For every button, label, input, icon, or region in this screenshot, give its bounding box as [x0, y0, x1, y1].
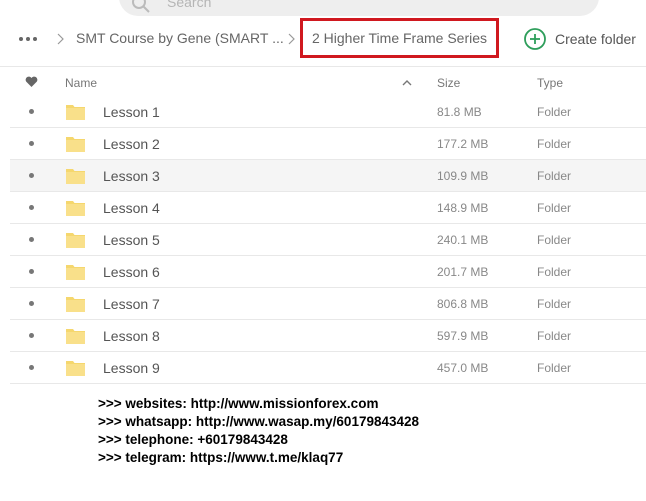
plus-circle-icon [524, 28, 546, 50]
folder-icon [66, 137, 85, 152]
column-header-name[interactable]: Name [65, 76, 97, 90]
column-header-size[interactable]: Size [437, 76, 460, 90]
table-row[interactable]: Lesson 1 81.8 MB Folder [10, 96, 646, 128]
breadcrumb-parent[interactable]: SMT Course by Gene (SMART ... [76, 30, 286, 46]
row-type: Folder [537, 169, 572, 183]
row-name[interactable]: Lesson 1 [103, 104, 160, 120]
folder-icon [66, 169, 85, 184]
row-name[interactable]: Lesson 3 [103, 168, 160, 184]
row-size: 177.2 MB [437, 137, 489, 151]
heart-icon[interactable] [25, 76, 38, 88]
status-dot [29, 237, 34, 242]
folder-icon [66, 361, 85, 376]
breadcrumb: SMT Course by Gene (SMART ... 2 Higher T… [0, 16, 646, 62]
row-type: Folder [537, 201, 572, 215]
status-dot [29, 109, 34, 114]
row-type: Folder [537, 361, 572, 375]
row-name[interactable]: Lesson 2 [103, 136, 160, 152]
promo-telephone: >>> telephone: +60179843428 [98, 432, 288, 447]
folder-icon [66, 329, 85, 344]
chevron-right-icon [57, 33, 64, 45]
table-row[interactable]: Lesson 8 597.9 MB Folder [10, 320, 646, 352]
row-size: 806.8 MB [437, 297, 489, 311]
row-size: 201.7 MB [437, 265, 489, 279]
row-name[interactable]: Lesson 4 [103, 200, 160, 216]
row-name[interactable]: Lesson 9 [103, 360, 160, 376]
search-icon [132, 0, 150, 13]
sort-up-icon[interactable] [402, 79, 412, 86]
search-input[interactable]: Search [167, 0, 211, 10]
row-size: 81.8 MB [437, 105, 482, 119]
row-name[interactable]: Lesson 8 [103, 328, 160, 344]
create-folder-label: Create folder [555, 31, 636, 47]
status-dot [29, 205, 34, 210]
table-row[interactable]: Lesson 3 109.9 MB Folder [10, 160, 646, 192]
row-name[interactable]: Lesson 6 [103, 264, 160, 280]
row-size: 457.0 MB [437, 361, 489, 375]
table-header: Name Size Type [0, 66, 646, 98]
folder-icon [66, 105, 85, 120]
table-row[interactable]: Lesson 5 240.1 MB Folder [10, 224, 646, 256]
folder-icon [66, 201, 85, 216]
status-dot [29, 173, 34, 178]
table-row[interactable]: Lesson 9 457.0 MB Folder [10, 352, 646, 384]
row-type: Folder [537, 105, 572, 119]
row-type: Folder [537, 233, 572, 247]
table-row[interactable]: Lesson 6 201.7 MB Folder [10, 256, 646, 288]
row-name[interactable]: Lesson 5 [103, 232, 160, 248]
table-row[interactable]: Lesson 2 177.2 MB Folder [10, 128, 646, 160]
promo-whatsapp: >>> whatsapp: http://www.wasap.my/601798… [98, 414, 420, 429]
file-list: Lesson 1 81.8 MB Folder Lesson 2 177.2 M… [0, 96, 646, 384]
chevron-right-icon [288, 33, 295, 45]
table-row[interactable]: Lesson 4 148.9 MB Folder [10, 192, 646, 224]
folder-icon [66, 233, 85, 248]
more-icon[interactable] [18, 31, 40, 47]
create-folder-button[interactable]: Create folder [523, 26, 636, 52]
status-dot [29, 365, 34, 370]
search-bar[interactable]: Search [119, 0, 599, 16]
row-type: Folder [537, 265, 572, 279]
column-header-type[interactable]: Type [537, 76, 563, 90]
folder-icon [66, 297, 85, 312]
status-dot [29, 269, 34, 274]
row-size: 597.9 MB [437, 329, 489, 343]
row-name[interactable]: Lesson 7 [103, 296, 160, 312]
promo-telegram: >>> telegram: https://www.t.me/klaq77 [98, 450, 344, 465]
status-dot [29, 141, 34, 146]
breadcrumb-current[interactable]: 2 Higher Time Frame Series [300, 18, 499, 58]
row-type: Folder [537, 137, 572, 151]
row-type: Folder [537, 329, 572, 343]
status-dot [29, 333, 34, 338]
promo-website: >>> websites: http://www.missionforex.co… [98, 396, 379, 411]
row-size: 109.9 MB [437, 169, 489, 183]
breadcrumb-current-label: 2 Higher Time Frame Series [311, 30, 488, 46]
folder-icon [66, 265, 85, 280]
row-size: 148.9 MB [437, 201, 489, 215]
row-type: Folder [537, 297, 572, 311]
table-row[interactable]: Lesson 7 806.8 MB Folder [10, 288, 646, 320]
promo-text: >>> websites: http://www.missionforex.co… [98, 395, 419, 467]
row-size: 240.1 MB [437, 233, 489, 247]
status-dot [29, 301, 34, 306]
